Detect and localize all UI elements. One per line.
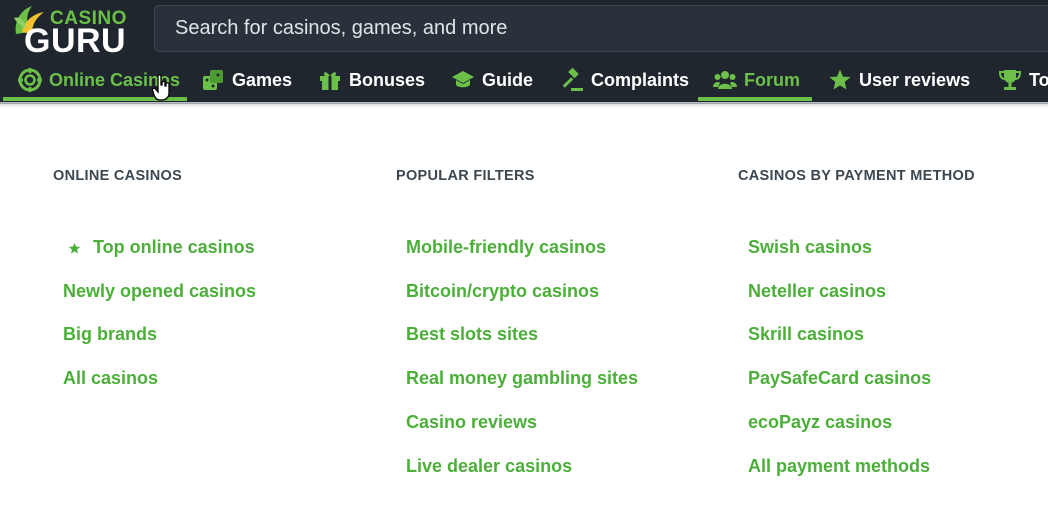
logo-word-guru: GURU [24,22,127,60]
link-top-online-casinos[interactable]: Top online casinos [93,237,255,258]
link-newly-opened-casinos[interactable]: Newly opened casinos [63,281,256,302]
link-all-payment-methods[interactable]: All payment methods [748,456,930,477]
nav-games[interactable]: Games [201,58,292,102]
nav-label: Games [232,69,293,90]
hand-cursor-icon [152,74,170,101]
link-skrill-casinos[interactable]: Skrill casinos [748,324,864,345]
search-box[interactable] [154,5,1048,52]
users-icon [713,71,737,89]
link-real-money-gambling-sites[interactable]: Real money gambling sites [406,368,638,389]
header-shadow [0,102,1048,108]
nav-user-reviews[interactable]: User reviews [828,58,970,102]
gift-icon [320,72,340,90]
gavel-icon [562,68,583,91]
link-neteller-casinos[interactable]: Neteller casinos [748,281,886,302]
nav-label: Complaints [591,69,690,90]
link-live-dealer-casinos[interactable]: Live dealer casinos [406,456,572,477]
nav-bonuses[interactable]: Bonuses [318,58,425,102]
nav-label: To [1029,69,1048,90]
nav-top[interactable]: To [998,58,1048,102]
graduation-cap-icon [452,71,474,88]
star-icon [68,242,81,254]
link-paysafecard-casinos[interactable]: PaySafeCard casinos [748,368,931,389]
link-swish-casinos[interactable]: Swish casinos [748,237,872,258]
nav-label: Bonuses [349,69,426,90]
star-icon [829,69,851,90]
dice-icon [203,70,223,90]
link-best-slots-sites[interactable]: Best slots sites [406,324,538,345]
casino-guru-logo[interactable]: CASINO GURU [12,4,132,60]
nav-label: Guide [482,69,534,90]
nav-forum[interactable]: Forum [713,58,800,102]
link-ecopayz-casinos[interactable]: ecoPayz casinos [748,412,892,433]
link-mobile-friendly-casinos[interactable]: Mobile-friendly casinos [406,237,606,258]
link-big-brands[interactable]: Big brands [63,324,157,345]
nav-label: Forum [744,69,800,90]
nav-label: User reviews [859,69,971,90]
column-heading-payment-methods: CASINOS BY PAYMENT METHOD [738,168,975,184]
nav-guide[interactable]: Guide [451,58,533,102]
link-casino-reviews[interactable]: Casino reviews [406,412,537,433]
link-bitcoin-crypto-casinos[interactable]: Bitcoin/crypto casinos [406,281,599,302]
search-input[interactable] [155,6,1048,51]
column-heading-popular-filters: POPULAR FILTERS [396,168,535,184]
column-heading-online-casinos: ONLINE CASINOS [53,168,183,184]
chip-icon [18,68,42,92]
link-all-casinos[interactable]: All casinos [63,368,158,389]
nav-complaints[interactable]: Complaints [560,58,689,102]
active-tab-underline-forum [698,97,812,101]
trophy-icon [998,70,1022,90]
